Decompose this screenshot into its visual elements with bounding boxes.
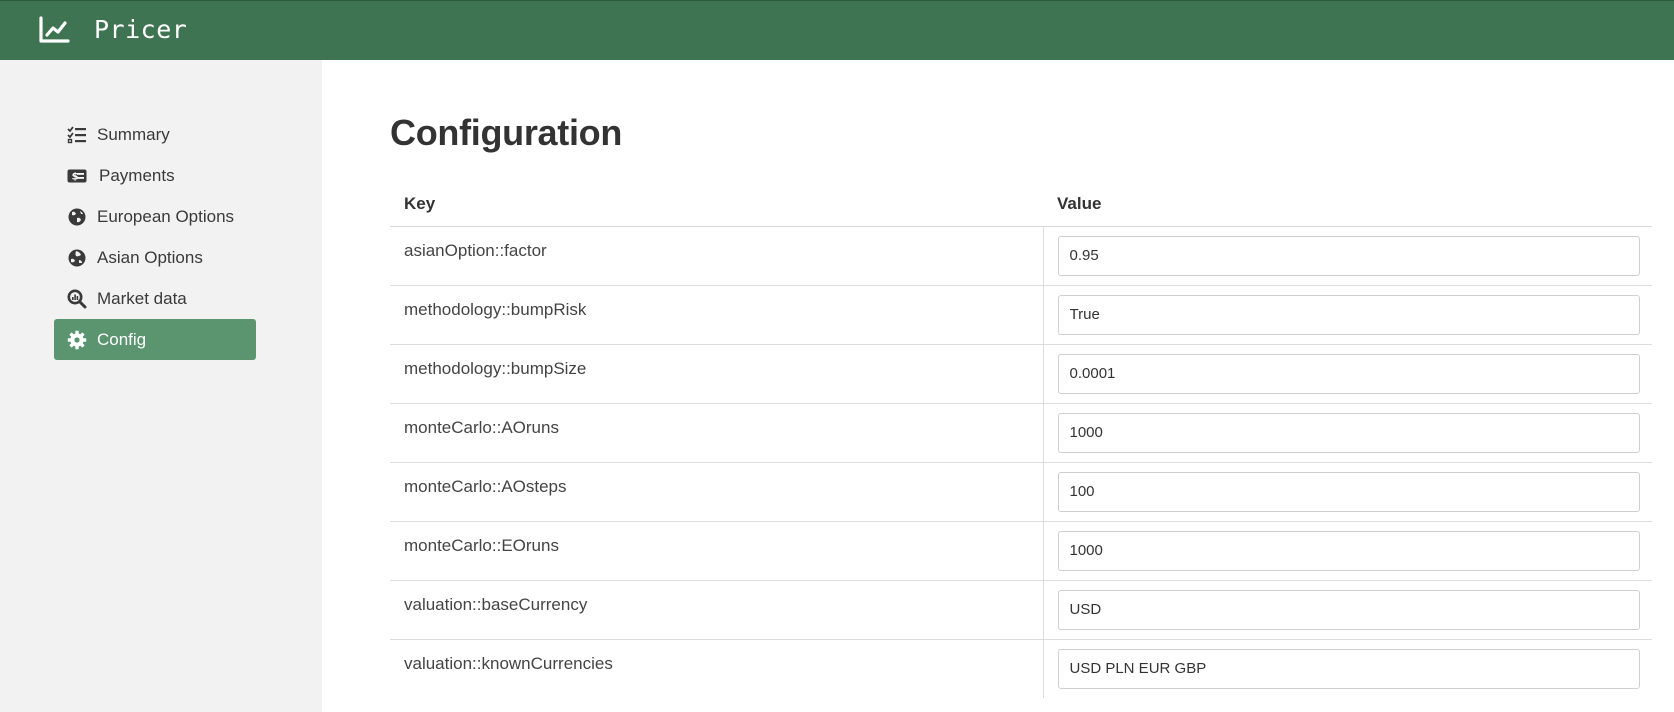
- config-key: methodology::bumpSize: [390, 344, 1044, 404]
- config-value-input[interactable]: [1057, 589, 1640, 630]
- config-key: valuation::knownCurrencies: [390, 639, 1044, 698]
- sidebar-item-label: Summary: [97, 124, 170, 144]
- money-bill-icon: $: [66, 165, 88, 187]
- sidebar-item-label: European Options: [97, 206, 235, 226]
- sidebar-item-asian-options[interactable]: Asian Options: [54, 237, 256, 278]
- config-key: valuation::baseCurrency: [390, 580, 1044, 640]
- main-content: Configuration Key Value asianOption::fac…: [322, 60, 1674, 712]
- config-value-input[interactable]: [1057, 294, 1640, 335]
- column-header-value: Value: [1043, 183, 1652, 227]
- config-key: monteCarlo::AOruns: [390, 403, 1044, 463]
- sidebar-item-label: Config: [97, 329, 147, 349]
- column-header-key: Key: [390, 183, 1043, 227]
- config-key: monteCarlo::EOruns: [390, 521, 1044, 581]
- config-value-input[interactable]: [1057, 530, 1640, 571]
- globe-asia-icon: [66, 247, 88, 269]
- globe-europe-icon: [66, 206, 88, 228]
- sidebar-item-european-options[interactable]: European Options: [54, 196, 256, 237]
- config-key: methodology::bumpRisk: [390, 285, 1044, 345]
- sidebar-item-config[interactable]: Config: [54, 319, 256, 360]
- search-chart-icon: [66, 288, 88, 310]
- sidebar-item-label: Payments: [99, 165, 175, 185]
- config-key: monteCarlo::AOsteps: [390, 462, 1044, 522]
- sidebar: Summary $ Payments European Options Asia…: [0, 60, 322, 712]
- sidebar-item-label: Market data: [97, 288, 187, 308]
- table-row: methodology::bumpRisk: [390, 285, 1652, 345]
- config-value-input[interactable]: [1057, 471, 1640, 512]
- table-row: methodology::bumpSize: [390, 344, 1652, 404]
- table-row: monteCarlo::EOruns: [390, 521, 1652, 581]
- config-value-input[interactable]: [1057, 648, 1640, 689]
- chart-line-icon: [38, 16, 70, 44]
- table-row: monteCarlo::AOsteps: [390, 462, 1652, 522]
- table-row: asianOption::factor: [390, 226, 1652, 286]
- sidebar-nav: Summary $ Payments European Options Asia…: [54, 114, 256, 360]
- top-navbar: Pricer: [0, 0, 1674, 60]
- list-check-icon: [66, 124, 88, 146]
- page-title: Configuration: [390, 112, 623, 153]
- gear-icon: [66, 329, 88, 351]
- config-value-input[interactable]: [1057, 412, 1640, 453]
- table-row: valuation::baseCurrency: [390, 580, 1652, 640]
- app-title[interactable]: Pricer: [94, 15, 187, 44]
- table-row: monteCarlo::AOruns: [390, 403, 1652, 463]
- sidebar-item-market-data[interactable]: Market data: [54, 278, 256, 319]
- config-value-input[interactable]: [1057, 353, 1640, 394]
- sidebar-item-summary[interactable]: Summary: [54, 114, 256, 155]
- table-header-row: Key Value: [390, 183, 1652, 227]
- config-key: asianOption::factor: [390, 226, 1044, 286]
- config-table: Key Value asianOption::factor methodolog…: [390, 183, 1652, 698]
- sidebar-item-label: Asian Options: [97, 247, 203, 267]
- table-row: valuation::knownCurrencies: [390, 639, 1652, 698]
- sidebar-item-payments[interactable]: $ Payments: [54, 155, 256, 196]
- config-value-input[interactable]: [1057, 235, 1640, 276]
